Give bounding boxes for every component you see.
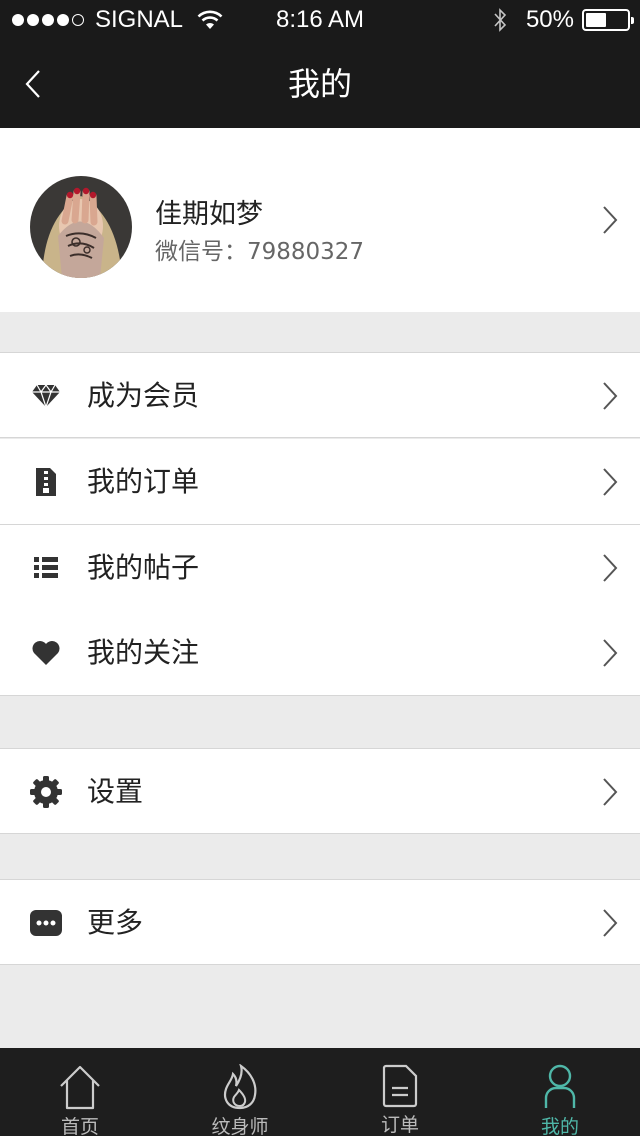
home-icon <box>57 1064 103 1110</box>
menu-item-label: 我的订单 <box>87 465 200 498</box>
chevron-left-icon <box>25 70 40 98</box>
page-title: 我的 <box>287 65 352 103</box>
bluetooth-icon <box>494 8 507 32</box>
person-icon <box>537 1064 583 1110</box>
chevron-right-icon <box>603 554 618 582</box>
signal-strength-icon <box>12 14 87 26</box>
gear-icon <box>30 776 62 808</box>
status-bar: SIGNAL 8:16 AM 50% <box>0 0 640 40</box>
chevron-right-icon <box>603 639 618 667</box>
status-left: SIGNAL <box>12 0 223 40</box>
tab-label: 我的 <box>540 1116 579 1136</box>
avatar-image <box>30 176 132 278</box>
battery-fill <box>586 13 606 27</box>
tab-mine[interactable]: 我的 <box>480 1048 640 1136</box>
battery-percent: 50% <box>525 6 574 33</box>
battery-icon <box>582 9 634 31</box>
menu-item-orders[interactable]: 我的订单 <box>0 439 640 525</box>
carrier-name: SIGNAL <box>95 6 184 33</box>
tab-label: 订单 <box>380 1114 419 1136</box>
chevron-right-icon <box>603 206 618 234</box>
flame-icon <box>217 1064 263 1110</box>
document-icon <box>377 1064 423 1108</box>
tab-label: 首页 <box>60 1116 99 1136</box>
menu-item-settings[interactable]: 设置 <box>0 748 640 834</box>
tab-tattoo-artist[interactable]: 纹身师 <box>160 1048 320 1136</box>
menu-item-label: 设置 <box>87 775 144 808</box>
menu-item-more[interactable]: 更多 <box>0 879 640 965</box>
tab-label: 纹身师 <box>211 1116 269 1136</box>
menu-item-label: 成为会员 <box>87 379 200 412</box>
tab-home[interactable]: 首页 <box>0 1048 160 1136</box>
menu-item-follows[interactable]: 我的关注 <box>0 610 640 696</box>
menu-item-membership[interactable]: 成为会员 <box>0 352 640 438</box>
tab-orders[interactable]: 订单 <box>320 1048 480 1136</box>
profile-name: 佳期如梦 <box>155 199 263 230</box>
chevron-right-icon <box>603 909 618 937</box>
menu-item-posts[interactable]: 我的帖子 <box>0 525 640 611</box>
chevron-right-icon <box>603 382 618 410</box>
chevron-right-icon <box>603 468 618 496</box>
diamond-icon <box>30 380 62 412</box>
list-icon <box>30 552 62 584</box>
menu-item-label: 我的帖子 <box>87 551 200 584</box>
avatar[interactable] <box>30 176 132 278</box>
back-button[interactable] <box>16 64 50 104</box>
wifi-icon <box>197 10 223 29</box>
tab-bar: 首页 纹身师 订单 我的 <box>0 1048 640 1136</box>
wechat-id: 微信号：79880327 <box>155 239 365 265</box>
profile-card[interactable]: 佳期如梦 微信号：79880327 <box>0 128 640 312</box>
navigation-bar: 我的 <box>0 40 640 128</box>
chevron-right-icon <box>603 778 618 806</box>
more-icon <box>30 907 62 939</box>
menu-item-label: 更多 <box>87 906 144 939</box>
heart-icon <box>30 637 62 669</box>
order-file-icon <box>30 466 62 498</box>
status-right: 50% <box>492 0 634 40</box>
menu-item-label: 我的关注 <box>87 636 200 669</box>
